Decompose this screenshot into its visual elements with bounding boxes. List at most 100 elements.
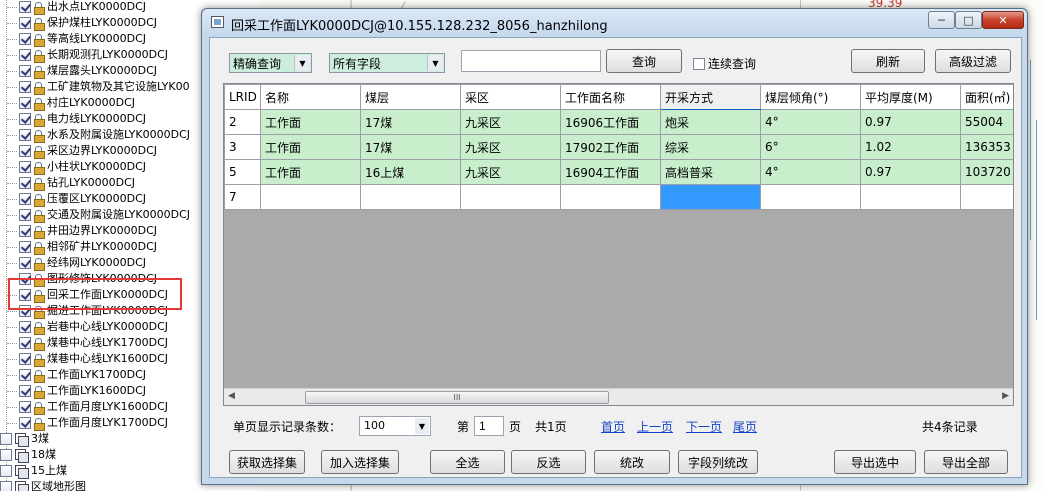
lock-icon[interactable] (34, 1, 45, 15)
column-header[interactable]: 平均厚度(M) (860, 84, 961, 110)
layer-item[interactable]: 采区边界LYK0000DCJ (7, 143, 157, 159)
layer-item[interactable]: 工作面月度LYK1600DCJ (7, 399, 168, 415)
table-row[interactable]: 3 工作面 17煤 九采区 17902工作面 综采 6° 1.02 136353 (224, 134, 1013, 160)
checkbox-icon[interactable] (0, 481, 12, 491)
scroll-left-icon[interactable]: ◀ (228, 391, 235, 401)
layer-item[interactable]: 钻孔LYK0000DCJ (7, 175, 135, 191)
checkbox-icon[interactable] (19, 161, 31, 173)
batch-edit-button[interactable]: 统改 (594, 450, 670, 474)
table-cell[interactable]: 16上煤 (360, 159, 461, 185)
checkbox-icon[interactable] (19, 177, 31, 189)
checkbox-icon[interactable] (19, 1, 31, 13)
checkbox-icon[interactable] (0, 465, 12, 477)
first-page-link[interactable]: 首页 (601, 418, 625, 435)
field-select[interactable]: 所有字段 ▼ (329, 53, 445, 73)
checkbox-icon[interactable] (19, 81, 31, 93)
checkbox-icon[interactable] (19, 385, 31, 397)
layer-item[interactable]: 相邻矿井LYK0000DCJ (7, 239, 157, 255)
continuous-query-checkbox[interactable]: 连续查询 (693, 55, 756, 72)
checkbox-icon[interactable] (19, 257, 31, 269)
layer-item[interactable]: 电力线LYK0000DCJ (7, 111, 146, 127)
minimize-button[interactable]: ─ (928, 11, 955, 29)
lock-icon[interactable] (34, 193, 45, 207)
layer-item[interactable]: 煤巷中心线LYK1600DCJ (7, 351, 168, 367)
new-row[interactable]: 7 (224, 184, 1013, 210)
checkbox-icon[interactable] (19, 97, 31, 109)
lock-icon[interactable] (34, 129, 45, 143)
advanced-filter-button[interactable]: 高级过滤 (935, 49, 1011, 73)
lock-icon[interactable] (34, 337, 45, 351)
row-id-cell[interactable]: 5 (224, 159, 261, 185)
table-cell[interactable] (960, 184, 1013, 210)
checkbox-icon[interactable] (19, 193, 31, 205)
checkbox-icon[interactable] (19, 369, 31, 381)
layer-item[interactable]: 水系及附属设施LYK0000DCJ (7, 127, 190, 143)
checkbox-icon[interactable] (0, 433, 12, 445)
table-cell[interactable] (560, 184, 661, 210)
lock-icon[interactable] (34, 97, 45, 111)
row-id-cell[interactable]: 2 (224, 109, 261, 135)
table-cell[interactable]: 136353 (960, 134, 1013, 160)
checkbox-icon[interactable] (19, 209, 31, 221)
checkbox-icon[interactable] (19, 33, 31, 45)
column-header[interactable]: 名称 (260, 84, 361, 110)
prev-page-link[interactable]: 上一页 (637, 418, 673, 435)
table-cell[interactable]: 1.02 (860, 134, 961, 160)
table-cell[interactable]: 工作面 (260, 109, 361, 135)
next-page-link[interactable]: 下一页 (686, 418, 722, 435)
layer-item[interactable]: 等高线LYK0000DCJ (7, 31, 146, 47)
get-selection-button[interactable]: 获取选择集 (229, 450, 305, 474)
layer-item[interactable]: 工矿建筑物及其它设施LYK00 (7, 79, 190, 95)
lock-icon[interactable] (34, 33, 45, 47)
checkbox-icon[interactable] (19, 401, 31, 413)
refresh-button[interactable]: 刷新 (851, 49, 925, 73)
layer-item[interactable]: 村庄LYK0000DCJ (7, 95, 135, 111)
chevron-down-icon[interactable]: ▼ (294, 55, 310, 71)
checkbox-icon[interactable] (19, 113, 31, 125)
match-mode-select[interactable]: 精确查询 ▼ (229, 53, 312, 73)
layer-group-item[interactable]: 区域地形图 (0, 479, 86, 491)
invert-selection-button[interactable]: 反选 (511, 450, 586, 474)
column-header[interactable]: 开采方式 (660, 84, 761, 110)
checkbox-icon[interactable] (19, 65, 31, 77)
column-header[interactable]: 煤层倾角(°) (760, 84, 861, 110)
last-page-link[interactable]: 尾页 (733, 418, 757, 435)
lock-icon[interactable] (34, 209, 45, 223)
select-all-button[interactable]: 全选 (430, 450, 505, 474)
row-id-cell[interactable]: 3 (224, 134, 261, 160)
table-cell[interactable]: 综采 (660, 134, 761, 160)
layer-item[interactable]: 煤层露头LYK0000DCJ (7, 63, 157, 79)
layer-item[interactable]: 长期观测孔LYK0000DCJ (7, 47, 168, 63)
layer-group-item[interactable]: 15上煤 (0, 463, 67, 479)
search-input[interactable] (461, 50, 601, 72)
attribute-grid[interactable]: LRID 名称 煤层 采区 工作面名称 开采方式 煤层倾角(°) 平均厚度(M) 面积(㎡) 2… (223, 83, 1014, 406)
checkbox-icon[interactable] (19, 353, 31, 365)
query-button[interactable]: 查询 (606, 49, 682, 73)
column-header[interactable]: 煤层 (360, 84, 461, 110)
add-selection-button[interactable]: 加入选择集 (321, 450, 399, 474)
layer-item[interactable]: 交通及附属设施LYK0000DCJ (7, 207, 190, 223)
checkbox-icon[interactable] (19, 49, 31, 61)
table-cell[interactable]: 17煤 (360, 134, 461, 160)
table-cell[interactable]: 工作面 (260, 134, 361, 160)
table-row[interactable]: 2 工作面 17煤 九采区 16906工作面 炮采 4° 0.97 55004 (224, 109, 1013, 135)
table-cell[interactable]: 6° (760, 134, 861, 160)
lock-icon[interactable] (34, 401, 45, 415)
checkbox-icon[interactable] (693, 57, 705, 70)
table-cell[interactable]: 炮采 (660, 109, 761, 135)
table-cell[interactable]: 九采区 (460, 134, 561, 160)
checkbox-icon[interactable] (19, 337, 31, 349)
lock-icon[interactable] (34, 145, 45, 159)
table-cell[interactable]: 4° (760, 109, 861, 135)
layer-item[interactable]: 出水点LYK0000DCJ (7, 0, 146, 15)
chevron-down-icon[interactable]: ▼ (427, 55, 443, 71)
column-header[interactable]: 面积(㎡) (960, 84, 1013, 110)
table-row[interactable]: 5 工作面 16上煤 九采区 16904工作面 高档普采 4° 0.97 103720 (224, 159, 1013, 185)
table-cell[interactable] (460, 184, 561, 210)
layer-item[interactable]: 工作面LYK1700DCJ (7, 367, 146, 383)
lock-icon[interactable] (34, 241, 45, 255)
table-cell[interactable]: 4° (760, 159, 861, 185)
lock-icon[interactable] (34, 257, 45, 271)
lock-icon[interactable] (34, 65, 45, 79)
layer-group-item[interactable]: 3煤 (0, 431, 49, 447)
